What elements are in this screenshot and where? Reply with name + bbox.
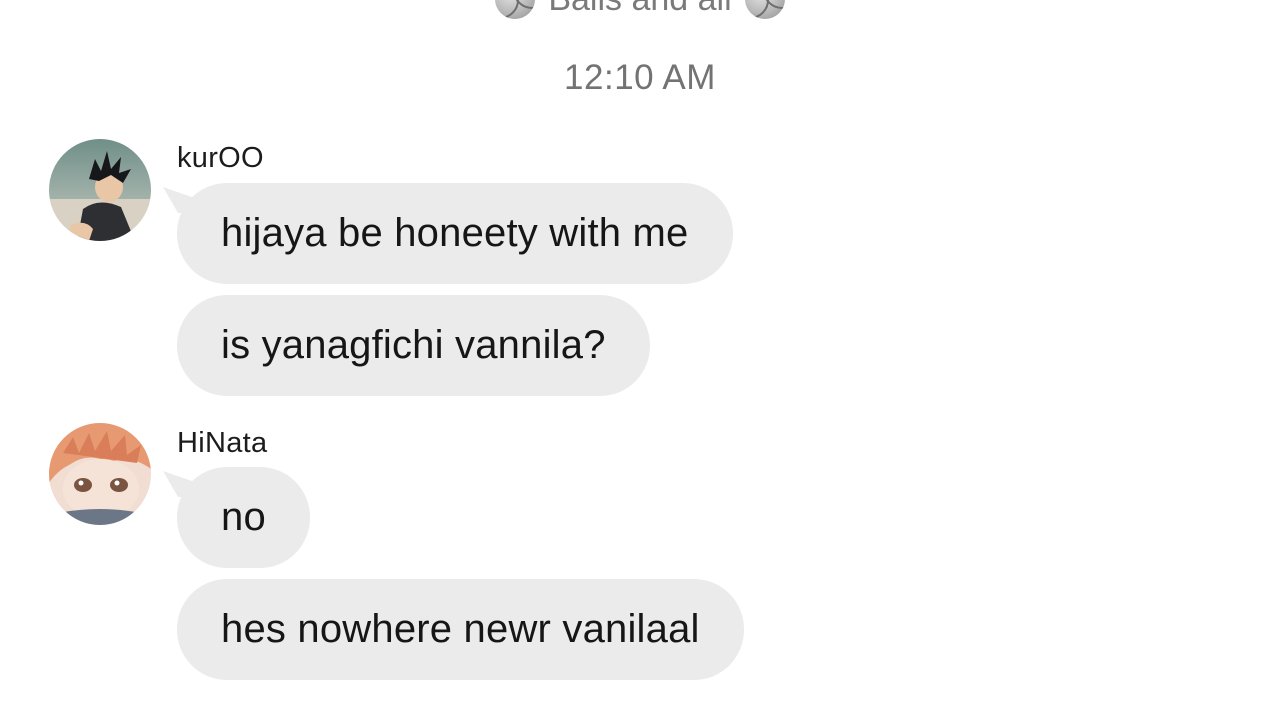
message-text: is yanagfichi vannila? (221, 323, 606, 367)
chat-thread: Balls and all 12:10 AM kurOO hijaya be h… (0, 0, 1280, 720)
message-bubble[interactable]: is yanagfichi vannila? (177, 295, 650, 396)
message-bubble[interactable]: hijaya be honeety with me (177, 183, 733, 284)
sender-name: HiNata (177, 427, 268, 459)
message-text: hes nowhere newr vanilaal (221, 607, 700, 651)
message-text: no (221, 495, 266, 539)
kuroo-avatar-icon (49, 139, 151, 241)
group-name-text: Balls and all (544, 0, 735, 18)
group-name-header[interactable]: Balls and all (0, 0, 1280, 20)
volleyball-icon (494, 0, 535, 20)
message-text: hijaya be honeety with me (221, 211, 689, 255)
hinata-avatar-icon (49, 423, 151, 525)
message-bubble[interactable]: no (177, 467, 310, 568)
kuroo-avatar[interactable] (49, 139, 151, 241)
hinata-avatar[interactable] (49, 423, 151, 525)
message-bubble[interactable]: hes nowhere newr vanilaal (177, 579, 744, 680)
message-timestamp: 12:10 AM (564, 58, 716, 97)
sender-name: kurOO (177, 142, 264, 174)
volleyball-icon (745, 0, 786, 20)
